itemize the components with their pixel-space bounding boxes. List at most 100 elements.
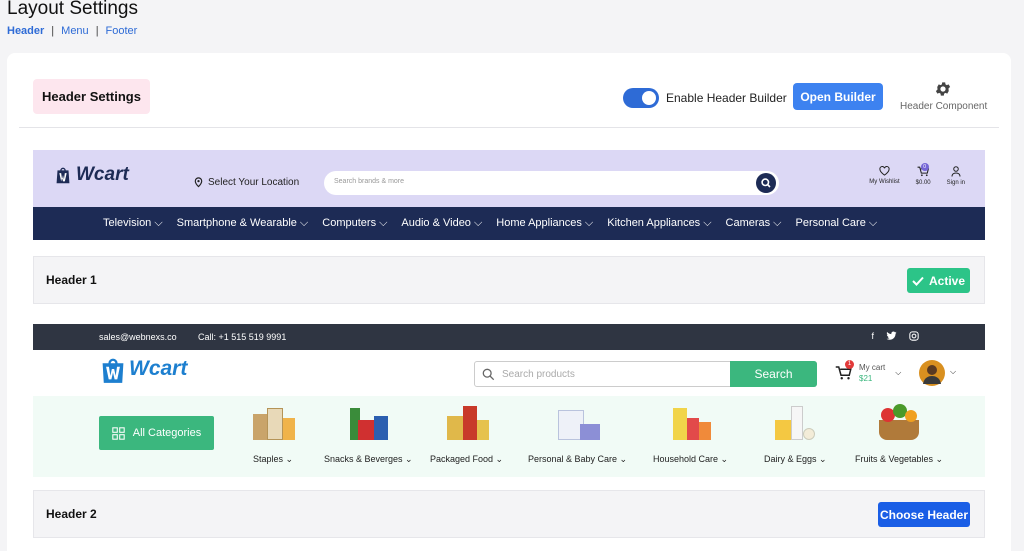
active-button[interactable]: Active <box>907 268 970 293</box>
category-label: Personal & Baby Care ⌄ <box>528 454 628 464</box>
header2-search[interactable]: Search products Search <box>474 361 817 387</box>
header1-logo: Wcart <box>52 164 129 186</box>
chevron-down-icon: ⌵ <box>154 217 163 229</box>
gear-icon[interactable] <box>934 80 952 98</box>
packaged-food-image <box>443 402 491 446</box>
chevron-down-icon: ⌵ <box>868 217 878 229</box>
nav-item[interactable]: Television ⌵ <box>103 217 163 230</box>
header2-main-bar: Wcart Search products Search 1 My cart $… <box>33 350 985 396</box>
location-label: Select Your Location <box>208 176 300 188</box>
cart-count-badge: 1 <box>845 360 854 369</box>
header2-search-placeholder: Search products <box>502 369 575 380</box>
staples-image <box>249 402 297 446</box>
header1-category-nav: Television ⌵ Smartphone & Wearable ⌵ Compu… <box>33 207 985 240</box>
subnav-header-link[interactable]: Header <box>7 25 44 37</box>
nav-item[interactable]: Cameras ⌵ <box>726 217 782 230</box>
header2-label-bar: Header 2 Choose Header <box>33 490 985 538</box>
subnav-footer-link[interactable]: Footer <box>106 25 138 37</box>
open-builder-button[interactable]: Open Builder <box>793 83 883 110</box>
cart-label: My cart <box>859 363 886 372</box>
nav-item[interactable]: Home Appliances ⌵ <box>496 217 593 230</box>
twitter-icon[interactable] <box>886 331 897 341</box>
search-icon <box>761 178 771 188</box>
category-item[interactable]: Packaged Food ⌄ <box>430 402 503 465</box>
subnav-menu-link[interactable]: Menu <box>61 25 89 37</box>
subnav-separator: | <box>51 25 55 37</box>
nav-item-label: Cameras <box>725 217 771 229</box>
toggle-label: Enable Header Builder <box>666 91 787 105</box>
nav-item[interactable]: Kitchen Appliances ⌵ <box>607 217 711 230</box>
location-pin-icon <box>194 177 203 188</box>
chevron-down-icon: ⌵ <box>299 217 309 229</box>
wishlist-link[interactable]: My Wishlist <box>869 166 900 186</box>
category-item[interactable]: Dairy & Eggs ⌄ <box>764 402 827 465</box>
location-selector[interactable]: Select Your Location <box>193 176 299 188</box>
header-settings-card: Header Settings Enable Header Builder Op… <box>7 53 1011 551</box>
header2-logo: Wcart <box>99 354 187 384</box>
nav-item-label: Computers <box>322 217 377 229</box>
header1-search-placeholder: Search brands & more <box>334 178 405 185</box>
category-item[interactable]: Personal & Baby Care ⌄ <box>528 402 627 465</box>
chevron-down-icon: ⌵ <box>895 368 902 377</box>
header1-preview-top[interactable]: Wcart Select Your Location Search brands… <box>33 150 985 207</box>
category-item[interactable]: Household Care ⌄ <box>653 402 728 465</box>
signin-link[interactable]: Sign in <box>947 166 965 186</box>
avatar[interactable] <box>919 360 945 386</box>
category-item[interactable]: Snacks & Beverges ⌄ <box>324 402 413 465</box>
dairy-eggs-image <box>771 402 819 446</box>
category-label: Dairy & Eggs ⌄ <box>764 454 827 464</box>
user-icon <box>951 166 961 177</box>
nav-item-label: Personal Care <box>795 217 866 229</box>
category-item[interactable]: Staples ⌄ <box>249 402 297 465</box>
category-label: Fruits & Vegetables ⌄ <box>855 454 944 464</box>
nav-item[interactable]: Computers ⌵ <box>322 217 387 230</box>
header1-search-button[interactable] <box>756 173 776 193</box>
household-care-image <box>667 402 715 446</box>
all-categories-button[interactable]: All Categories <box>99 416 214 450</box>
cart-link[interactable]: 0 $0.00 <box>915 163 931 186</box>
instagram-icon[interactable] <box>909 331 919 341</box>
header1-label: Header 1 <box>46 273 97 287</box>
shopping-bag-icon <box>102 358 124 383</box>
header-component-label: Header Component <box>900 101 988 112</box>
cart-price: $21 <box>859 374 873 383</box>
nav-item[interactable]: Personal Care ⌵ <box>796 217 878 230</box>
user-avatar-icon <box>923 365 941 384</box>
nav-item-label: Kitchen Appliances <box>607 217 701 229</box>
cart-amount: $0.00 <box>915 180 931 186</box>
nav-item-label: Television <box>103 217 152 229</box>
grid-icon <box>112 426 125 440</box>
header1-utility-icons: My Wishlist 0 $0.00 Sign in <box>869 163 965 186</box>
nav-item-label: Smartphone & Wearable <box>176 217 297 229</box>
header2-label: Header 2 <box>46 507 97 521</box>
checkmark-icon <box>912 276 924 286</box>
personal-baby-care-image <box>554 402 602 446</box>
category-item[interactable]: Fruits & Vegetables ⌄ <box>855 402 943 465</box>
all-categories-label: All Categories <box>132 427 202 439</box>
enable-header-builder-toggle[interactable] <box>623 88 659 108</box>
signin-label: Sign in <box>946 180 965 186</box>
header1-brand: Wcart <box>76 164 129 185</box>
settings-subnav: Header | Menu | Footer <box>7 25 137 37</box>
chevron-down-icon[interactable]: ⌵ <box>950 367 956 377</box>
nav-item[interactable]: Smartphone & Wearable ⌵ <box>177 217 309 230</box>
nav-item-label: Home Appliances <box>496 217 582 229</box>
header2-cart[interactable]: 1 My cart $21 ⌵ <box>835 360 902 384</box>
chevron-down-icon: ⌵ <box>473 217 483 229</box>
facebook-icon[interactable]: f <box>871 331 874 341</box>
header2-search-button[interactable]: Search <box>730 361 817 387</box>
contact-email[interactable]: sales@webnexs.co <box>99 332 177 342</box>
divider <box>19 127 999 128</box>
category-label: Staples ⌄ <box>252 454 294 464</box>
header2-category-bar: All Categories Staples ⌄ Snacks & Beverg… <box>33 396 985 477</box>
chevron-down-icon: ⌵ <box>584 217 594 229</box>
header1-label-bar: Header 1 Active <box>33 256 985 304</box>
cart-summary: My cart $21 <box>859 362 885 384</box>
header1-search[interactable]: Search brands & more <box>324 171 779 195</box>
cart-count-badge: 0 <box>920 163 929 171</box>
nav-item[interactable]: Audio & Video ⌵ <box>401 217 482 230</box>
nav-item-label: Audio & Video <box>401 217 471 229</box>
choose-header-button[interactable]: Choose Header <box>878 502 970 527</box>
shopping-bag-icon <box>56 167 70 184</box>
chevron-down-icon: ⌵ <box>773 217 782 229</box>
